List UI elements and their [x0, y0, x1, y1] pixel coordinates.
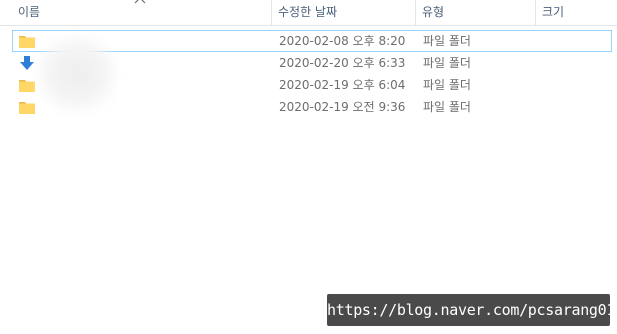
column-header-bar: 이름 수정한 날짜 유형 크기: [0, 0, 617, 26]
file-modified-date: 2020-02-19 오후 6:04: [279, 78, 406, 92]
column-header-name-label: 이름: [18, 5, 41, 19]
file-modified-date: 2020-02-08 오후 8:20: [279, 34, 406, 48]
folder-icon: [19, 36, 35, 48]
folder-icon: [19, 102, 35, 114]
file-explorer: 이름 수정한 날짜 유형 크기 2020-02-08 오후 8:20 파일 폴더: [0, 0, 617, 334]
privacy-blur: [35, 34, 119, 114]
file-modified-date: 2020-02-19 오전 9:36: [279, 100, 406, 114]
file-modified-date: 2020-02-20 오후 6:33: [279, 56, 406, 70]
column-header-size-label: 크기: [542, 5, 565, 19]
column-header-date-label: 수정한 날짜: [278, 5, 338, 19]
folder-icon: [19, 80, 35, 92]
file-type: 파일 폴더: [423, 78, 471, 92]
column-header-date[interactable]: 수정한 날짜: [272, 0, 416, 25]
watermark-url: https://blog.naver.com/pcsarang0119: [327, 294, 617, 326]
column-header-type[interactable]: 유형: [416, 0, 536, 25]
file-type: 파일 폴더: [423, 100, 471, 114]
column-header-size[interactable]: 크기: [536, 0, 616, 25]
download-arrow-icon: [20, 56, 34, 70]
file-type: 파일 폴더: [423, 34, 471, 48]
column-header-type-label: 유형: [422, 5, 445, 19]
chevron-up-icon: [134, 0, 146, 4]
file-type: 파일 폴더: [423, 56, 471, 70]
